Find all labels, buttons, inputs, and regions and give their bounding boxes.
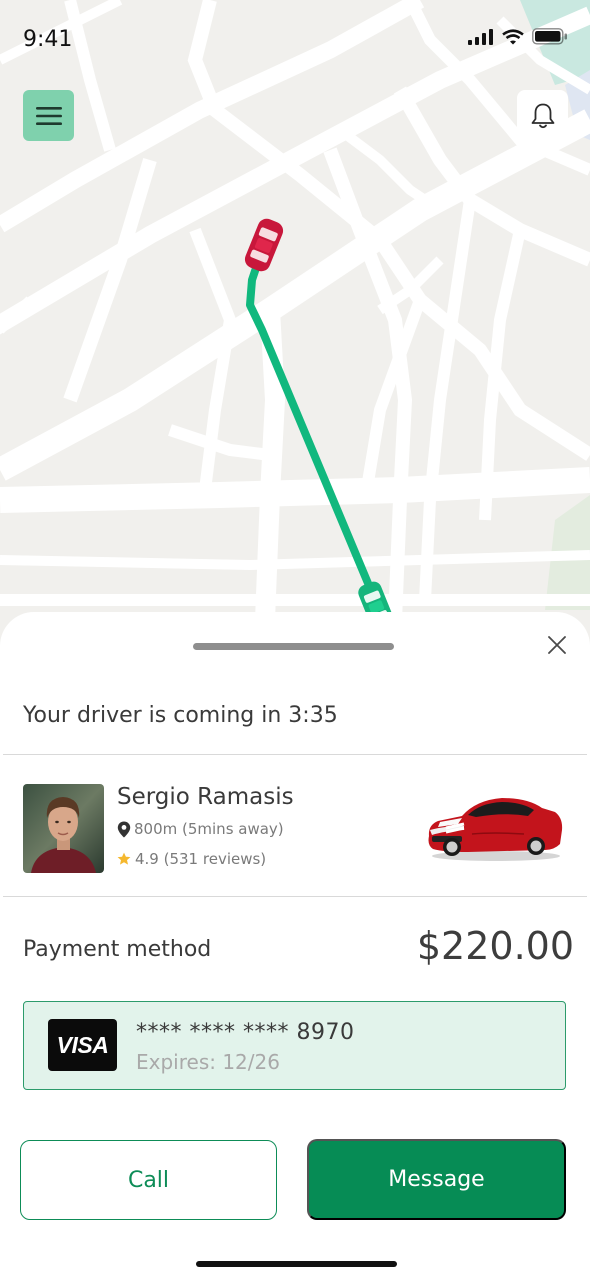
menu-icon [35, 106, 62, 125]
driver-car-icon [244, 218, 284, 272]
visa-logo: VISA [48, 1019, 117, 1071]
sheet-drag-handle[interactable] [193, 643, 394, 650]
driver-distance-text: 800m (5mins away) [134, 820, 284, 838]
payment-method-label: Payment method [23, 937, 212, 962]
driver-distance: 800m (5mins away) [117, 820, 284, 838]
message-button[interactable]: Message [307, 1139, 566, 1220]
driver-bottom-sheet: Your driver is coming in 3:35 Sergio Ram… [0, 612, 590, 1280]
driver-avatar [23, 784, 104, 873]
notifications-button[interactable] [517, 90, 568, 141]
signal-icon [468, 28, 493, 45]
status-time: 9:41 [23, 27, 73, 52]
close-icon [548, 636, 566, 654]
bell-icon [531, 103, 554, 128]
eta-message: Your driver is coming in 3:35 [23, 703, 338, 728]
driver-rating-text: 4.9 (531 reviews) [135, 850, 267, 868]
payment-card[interactable]: VISA **** **** **** 8970 Expires: 12/26 [23, 1001, 566, 1090]
home-indicator[interactable] [196, 1261, 397, 1267]
car-image [428, 798, 563, 861]
star-icon [117, 852, 131, 865]
close-button[interactable] [543, 631, 571, 659]
status-icons [468, 28, 568, 45]
driver-name: Sergio Ramasis [117, 784, 294, 810]
status-bar: 9:41 [0, 0, 590, 80]
divider [3, 896, 587, 897]
map-roads [0, 0, 590, 631]
map-view[interactable] [0, 0, 590, 650]
payment-amount: $220.00 [416, 924, 574, 968]
location-pin-icon [117, 821, 131, 837]
call-button[interactable]: Call [20, 1140, 277, 1220]
menu-button[interactable] [23, 90, 74, 141]
driver-rating: 4.9 (531 reviews) [117, 850, 266, 868]
card-brand: VISA [56, 1031, 109, 1058]
card-expiry: Expires: 12/26 [136, 1050, 280, 1074]
divider [3, 754, 587, 755]
card-number: **** **** **** 8970 [136, 1020, 355, 1045]
battery-icon [532, 28, 567, 45]
wifi-icon [502, 28, 524, 44]
